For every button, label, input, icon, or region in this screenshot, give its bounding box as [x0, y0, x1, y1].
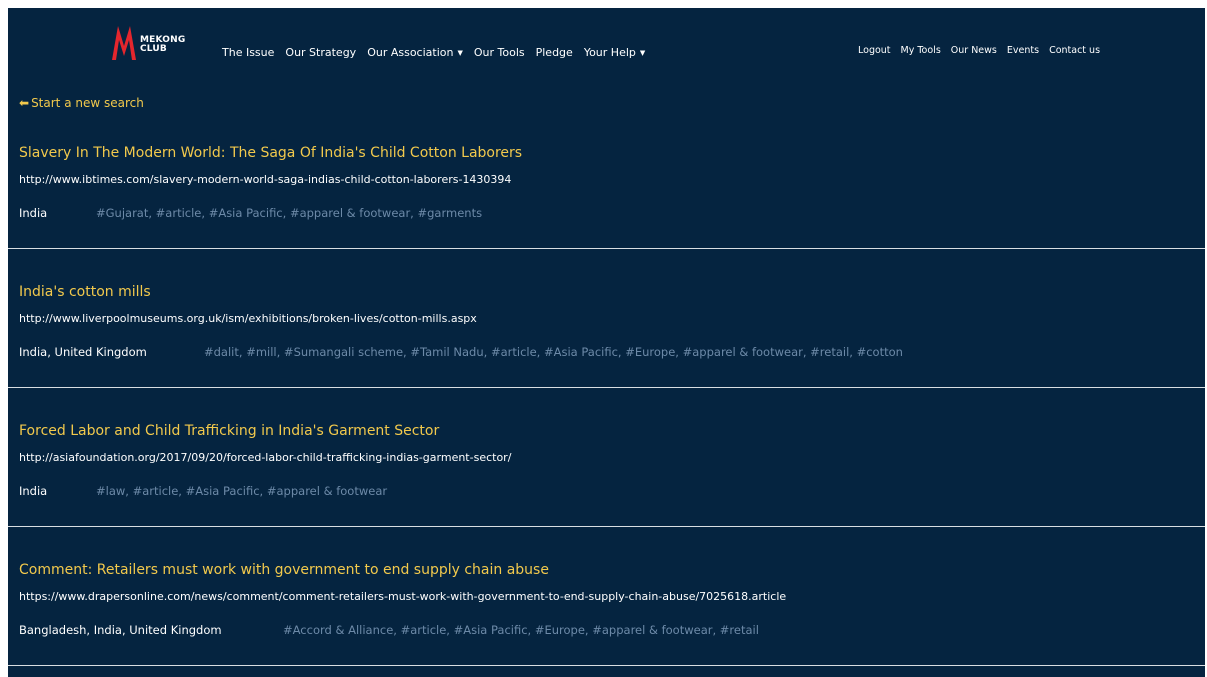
nav-your-help-label: Your Help [583, 46, 636, 59]
nav-the-issue[interactable]: The Issue [222, 46, 274, 59]
logo-wordmark: MEKONG CLUB [140, 36, 185, 54]
result-url-link[interactable]: http://www.ibtimes.com/slavery-modern-wo… [19, 173, 511, 186]
mekong-club-logo[interactable]: MEKONG CLUB [110, 24, 200, 62]
nav-our-news[interactable]: Our News [951, 45, 997, 56]
result-url-link[interactable]: http://asiafoundation.org/2017/09/20/for… [19, 451, 511, 464]
result-countries: India [19, 206, 48, 220]
logo-line-2: CLUB [140, 44, 167, 54]
nav-pledge[interactable]: Pledge [536, 46, 573, 59]
result-tags: #Accord & Alliance, #article, #Asia Paci… [283, 623, 759, 637]
nav-our-association[interactable]: Our Association ▼ [367, 46, 463, 59]
result-title-link[interactable]: Forced Labor and Child Trafficking in In… [19, 423, 439, 439]
page-frame: MEKONG CLUB The Issue Our Strategy Our A… [8, 8, 1205, 677]
main-nav: The Issue Our Strategy Our Association ▼ … [222, 46, 645, 59]
caret-down-icon: ▼ [639, 49, 646, 57]
start-new-search-link[interactable]: ⬅ Start a new search [19, 96, 144, 110]
result-title-link[interactable]: Slavery In The Modern World: The Saga Of… [19, 145, 522, 161]
user-nav: Logout My Tools Our News Events Contact … [858, 45, 1100, 56]
result-url-link[interactable]: http://www.liverpoolmuseums.org.uk/ism/e… [19, 312, 477, 325]
result-item: India's cotton mills http://www.liverpoo… [8, 271, 1205, 410]
result-divider [8, 526, 1205, 527]
result-tags: #dalit, #mill, #Sumangali scheme, #Tamil… [204, 345, 903, 359]
result-title-link[interactable]: India's cotton mills [19, 284, 151, 300]
result-item: Slavery In The Modern World: The Saga Of… [8, 132, 1205, 271]
result-divider [8, 248, 1205, 249]
nav-events[interactable]: Events [1007, 45, 1039, 56]
result-countries: Bangladesh, India, United Kingdom [19, 623, 222, 637]
nav-our-association-label: Our Association [367, 46, 454, 59]
nav-my-tools[interactable]: My Tools [901, 45, 941, 56]
result-tags: #law, #article, #Asia Pacific, #apparel … [96, 484, 388, 498]
result-tags: #Gujarat, #article, #Asia Pacific, #appa… [96, 206, 483, 220]
nav-your-help[interactable]: Your Help ▼ [584, 46, 645, 59]
nav-contact-us[interactable]: Contact us [1049, 45, 1100, 56]
result-divider [8, 387, 1205, 388]
left-arrow-icon: ⬅ [19, 96, 30, 110]
start-new-search-label: Start a new search [31, 96, 144, 110]
result-item: Forced Labor and Child Trafficking in In… [8, 410, 1205, 549]
caret-down-icon: ▼ [457, 49, 463, 57]
nav-our-strategy[interactable]: Our Strategy [285, 46, 356, 59]
result-title-link[interactable]: Comment: Retailers must work with govern… [19, 562, 549, 578]
nav-our-tools[interactable]: Our Tools [474, 46, 525, 59]
result-divider [8, 665, 1205, 666]
result-countries: India [19, 484, 48, 498]
result-item: Comment: Retailers must work with govern… [8, 549, 1205, 677]
nav-logout[interactable]: Logout [858, 45, 891, 56]
mekong-m-logo-icon [112, 26, 136, 60]
result-url-link[interactable]: https://www.drapersonline.com/news/comme… [19, 590, 786, 603]
top-navigation-bar: MEKONG CLUB The Issue Our Strategy Our A… [8, 8, 1205, 88]
search-results-list: Slavery In The Modern World: The Saga Of… [8, 132, 1205, 677]
result-countries: India, United Kingdom [19, 345, 147, 359]
